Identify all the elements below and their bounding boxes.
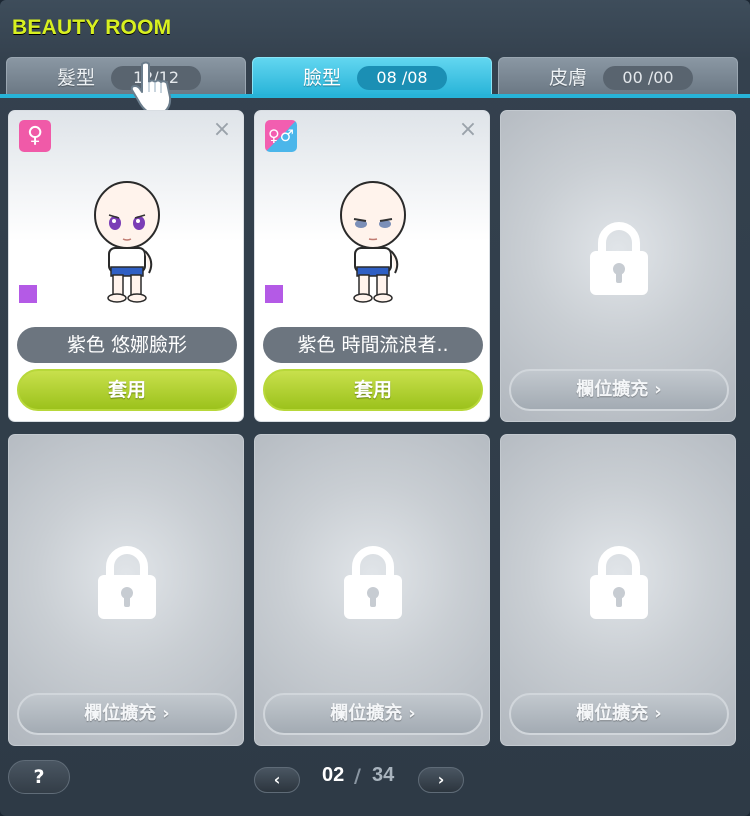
tab-hair[interactable]: 髮型 12/12 xyxy=(6,57,246,97)
tab-face-label: 臉型 xyxy=(303,67,342,89)
tab-skin-label: 皮膚 xyxy=(549,67,588,89)
expand-slot-label: 欄位擴充 xyxy=(84,703,157,724)
chevron-right-icon: › xyxy=(654,703,662,724)
tab-skin[interactable]: 皮膚 00 /00 xyxy=(498,57,738,97)
expand-slot-button[interactable]: 欄位擴充 › xyxy=(17,693,237,735)
face-slot: ♀♂ × 紫色 時間流浪者.. 套用 xyxy=(254,110,490,422)
locked-slot: 欄位擴充 › xyxy=(500,434,736,746)
next-page-button[interactable]: › xyxy=(418,767,464,793)
chevron-right-icon: › xyxy=(408,703,416,724)
beauty-room-window: BEAUTY ROOM 髮型 12/12 臉型 08 /08 皮膚 00 /00… xyxy=(0,0,750,816)
chevron-right-icon: › xyxy=(162,703,170,724)
female-icon: ♀ xyxy=(19,120,51,152)
page-total: 34 xyxy=(372,764,395,786)
avatar-preview xyxy=(94,181,160,303)
color-swatch xyxy=(19,285,37,303)
face-name: 紫色 時間流浪者.. xyxy=(263,327,483,363)
window-title: BEAUTY ROOM xyxy=(12,16,172,39)
expand-slot-button[interactable]: 欄位擴充 › xyxy=(509,369,729,411)
page-separator: / xyxy=(354,765,361,787)
tab-hair-label: 髮型 xyxy=(57,67,96,89)
lock-icon xyxy=(590,222,648,295)
expand-slot-label: 欄位擴充 xyxy=(576,703,649,724)
prev-page-button[interactable]: ‹ xyxy=(254,767,300,793)
color-swatch xyxy=(265,285,283,303)
help-button[interactable]: ? xyxy=(8,760,70,794)
expand-slot-button[interactable]: 欄位擴充 › xyxy=(509,693,729,735)
close-icon[interactable]: × xyxy=(211,119,233,141)
lock-icon xyxy=(590,546,648,619)
avatar-preview xyxy=(340,181,406,303)
expand-slot-label: 欄位擴充 xyxy=(576,379,649,400)
pagination: ‹ 02 / 34 › xyxy=(254,764,464,793)
page-current: 02 xyxy=(322,764,345,786)
expand-slot-button[interactable]: 欄位擴充 › xyxy=(263,693,483,735)
unisex-icon: ♀♂ xyxy=(265,120,297,152)
apply-button[interactable]: 套用 xyxy=(263,369,483,411)
tab-underline xyxy=(0,94,750,98)
chevron-right-icon: › xyxy=(654,379,662,400)
chevron-left-icon: ‹ xyxy=(273,770,281,789)
locked-slot: 欄位擴充 › xyxy=(8,434,244,746)
tab-face-count: 08 /08 xyxy=(357,66,447,90)
face-slot: ♀ × 紫色 悠娜臉形 套用 xyxy=(8,110,244,422)
slot-grid: ♀ × 紫色 悠娜臉形 套用 ♀♂ × 紫色 時間流浪者.. 套用 欄位擴充 ›… xyxy=(8,110,742,750)
expand-slot-label: 欄位擴充 xyxy=(330,703,403,724)
locked-slot: 欄位擴充 › xyxy=(500,110,736,422)
lock-icon xyxy=(98,546,156,619)
chevron-right-icon: › xyxy=(437,770,445,789)
close-icon[interactable]: × xyxy=(457,119,479,141)
tab-skin-count: 00 /00 xyxy=(603,66,693,90)
tab-face[interactable]: 臉型 08 /08 xyxy=(252,57,492,97)
locked-slot: 欄位擴充 › xyxy=(254,434,490,746)
face-name: 紫色 悠娜臉形 xyxy=(17,327,237,363)
apply-button[interactable]: 套用 xyxy=(17,369,237,411)
lock-icon xyxy=(344,546,402,619)
tab-bar: 髮型 12/12 臉型 08 /08 皮膚 00 /00 xyxy=(6,57,744,97)
hand-cursor-icon xyxy=(130,61,172,113)
